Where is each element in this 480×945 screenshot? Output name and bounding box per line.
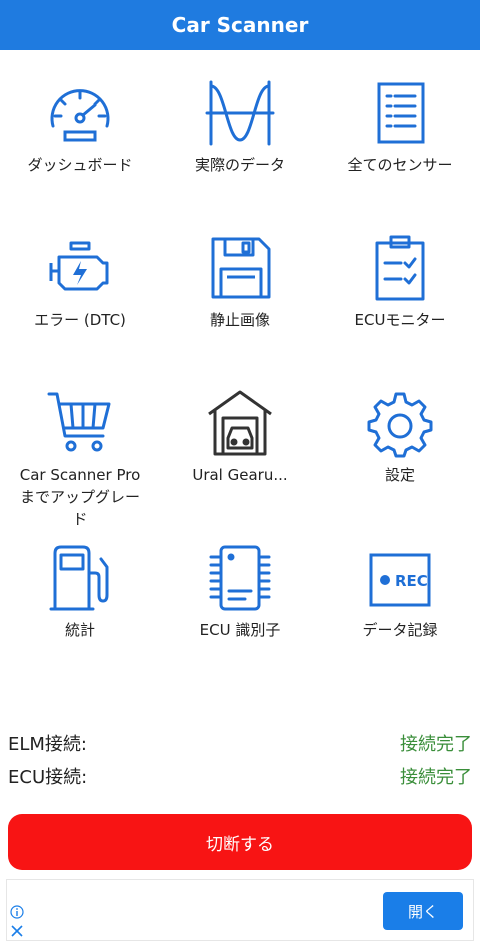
fuel-pump-icon bbox=[45, 543, 115, 613]
tile-statistics[interactable]: 統計 bbox=[0, 515, 160, 665]
speedometer-icon bbox=[45, 78, 115, 148]
tile-label: 全てのセンサー bbox=[347, 156, 453, 174]
tile-label: 静止画像 bbox=[209, 311, 270, 329]
plugin-icon bbox=[45, 698, 115, 715]
tile-label: エラー (DTC) bbox=[34, 311, 126, 329]
tile-label: データ記録 bbox=[362, 621, 438, 639]
tile-garage[interactable]: Ural Gearu... bbox=[160, 360, 320, 510]
tile-label: Ural Gearu... bbox=[192, 466, 288, 484]
tile-label: 統計 bbox=[64, 621, 95, 639]
rec-text: REC bbox=[395, 572, 428, 590]
elm-status-row: ELM接続: 接続完了 bbox=[0, 727, 480, 763]
tile-partial-middle[interactable] bbox=[160, 670, 320, 715]
list-document-icon bbox=[365, 78, 435, 148]
tile-label: 実際のデータ bbox=[194, 156, 285, 174]
elm-status-value: 接続完了 bbox=[400, 734, 472, 755]
clipboard-checklist-icon bbox=[365, 233, 435, 303]
tile-data-recording[interactable]: REC データ記録 bbox=[320, 515, 480, 665]
ad-banner: 開く bbox=[6, 879, 474, 941]
rec-icon: REC bbox=[365, 543, 435, 613]
tile-label: 設定 bbox=[384, 466, 415, 484]
shopping-cart-icon bbox=[45, 388, 115, 458]
app-header: Car Scanner bbox=[0, 0, 480, 50]
table-icon bbox=[205, 698, 275, 715]
tile-dashboard[interactable]: ダッシュボード bbox=[0, 50, 160, 200]
garage-car-icon bbox=[205, 388, 275, 458]
ecu-status-row: ECU接続: 接続完了 bbox=[0, 760, 480, 796]
elm-status-label: ELM接続: bbox=[8, 734, 87, 755]
tile-settings[interactable]: 設定 bbox=[320, 360, 480, 510]
tile-label: ECUモニター bbox=[354, 311, 446, 329]
tile-partial-left[interactable] bbox=[0, 670, 160, 715]
floppy-disk-icon bbox=[205, 233, 275, 303]
tile-live-data[interactable]: 実際のデータ bbox=[160, 50, 320, 200]
info-icon[interactable] bbox=[10, 905, 24, 919]
tile-all-sensors[interactable]: 全てのセンサー bbox=[320, 50, 480, 200]
ecu-status-label: ECU接続: bbox=[8, 767, 88, 788]
app-title: Car Scanner bbox=[171, 13, 309, 37]
engine-check-icon bbox=[45, 233, 115, 303]
disconnect-button[interactable]: 切断する bbox=[8, 814, 472, 870]
menu-grid: ダッシュボード 実際のデータ 全てのセンサー エラー (DTC) 静止画像 EC… bbox=[0, 50, 480, 715]
ecu-status-value: 接続完了 bbox=[400, 767, 472, 788]
tile-errors-dtc[interactable]: エラー (DTC) bbox=[0, 205, 160, 355]
tile-label: ECU 識別子 bbox=[199, 621, 281, 639]
tile-freeze-frame[interactable]: 静止画像 bbox=[160, 205, 320, 355]
ad-open-button[interactable]: 開く bbox=[383, 892, 463, 930]
chip-icon bbox=[205, 543, 275, 613]
tile-ecu-monitor[interactable]: ECUモニター bbox=[320, 205, 480, 355]
tile-ecu-identifier[interactable]: ECU 識別子 bbox=[160, 515, 320, 665]
tile-upgrade-pro[interactable]: Car Scanner Pro までアップグレー ド bbox=[0, 360, 160, 528]
close-icon[interactable] bbox=[10, 924, 24, 938]
gear-icon bbox=[365, 388, 435, 458]
tile-label: ダッシュボード bbox=[27, 156, 133, 174]
sine-wave-icon bbox=[205, 78, 275, 148]
